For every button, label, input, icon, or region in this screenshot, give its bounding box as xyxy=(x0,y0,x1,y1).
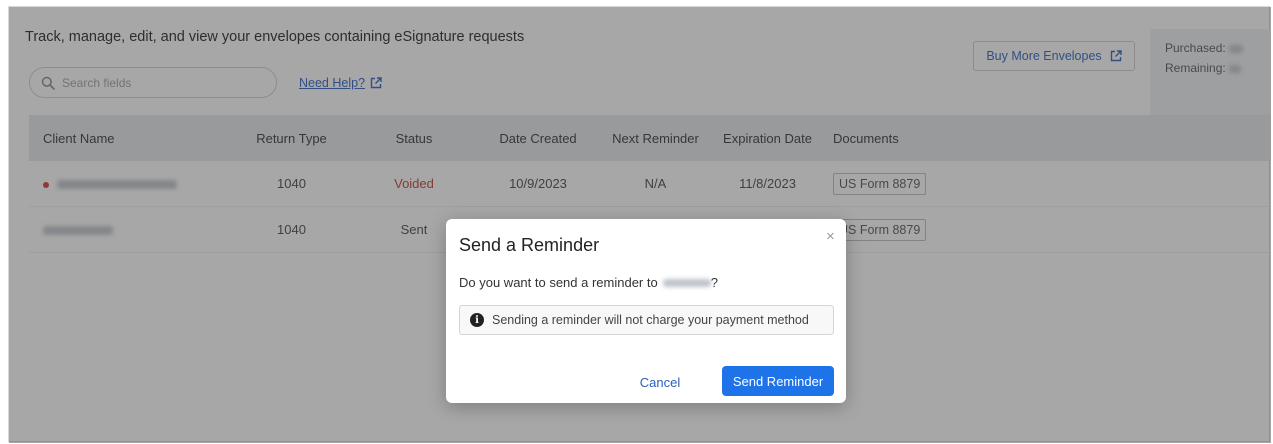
close-icon[interactable]: × xyxy=(826,229,835,244)
question-prefix: Do you want to send a reminder to xyxy=(459,275,658,290)
send-reminder-button[interactable]: Send Reminder xyxy=(722,366,834,396)
info-icon: i xyxy=(470,313,484,327)
dialog-question: Do you want to send a reminder to ? xyxy=(459,275,718,290)
recipient-name-redacted xyxy=(662,278,711,287)
question-suffix: ? xyxy=(710,275,718,290)
cancel-button[interactable]: Cancel xyxy=(632,367,688,397)
info-notice: i Sending a reminder will not charge you… xyxy=(459,305,834,335)
send-reminder-dialog: Send a Reminder × Do you want to send a … xyxy=(446,219,846,403)
esignature-envelopes-page: Track, manage, edit, and view your envel… xyxy=(8,6,1271,443)
info-notice-text: Sending a reminder will not charge your … xyxy=(492,313,809,327)
dialog-title: Send a Reminder xyxy=(459,235,600,255)
